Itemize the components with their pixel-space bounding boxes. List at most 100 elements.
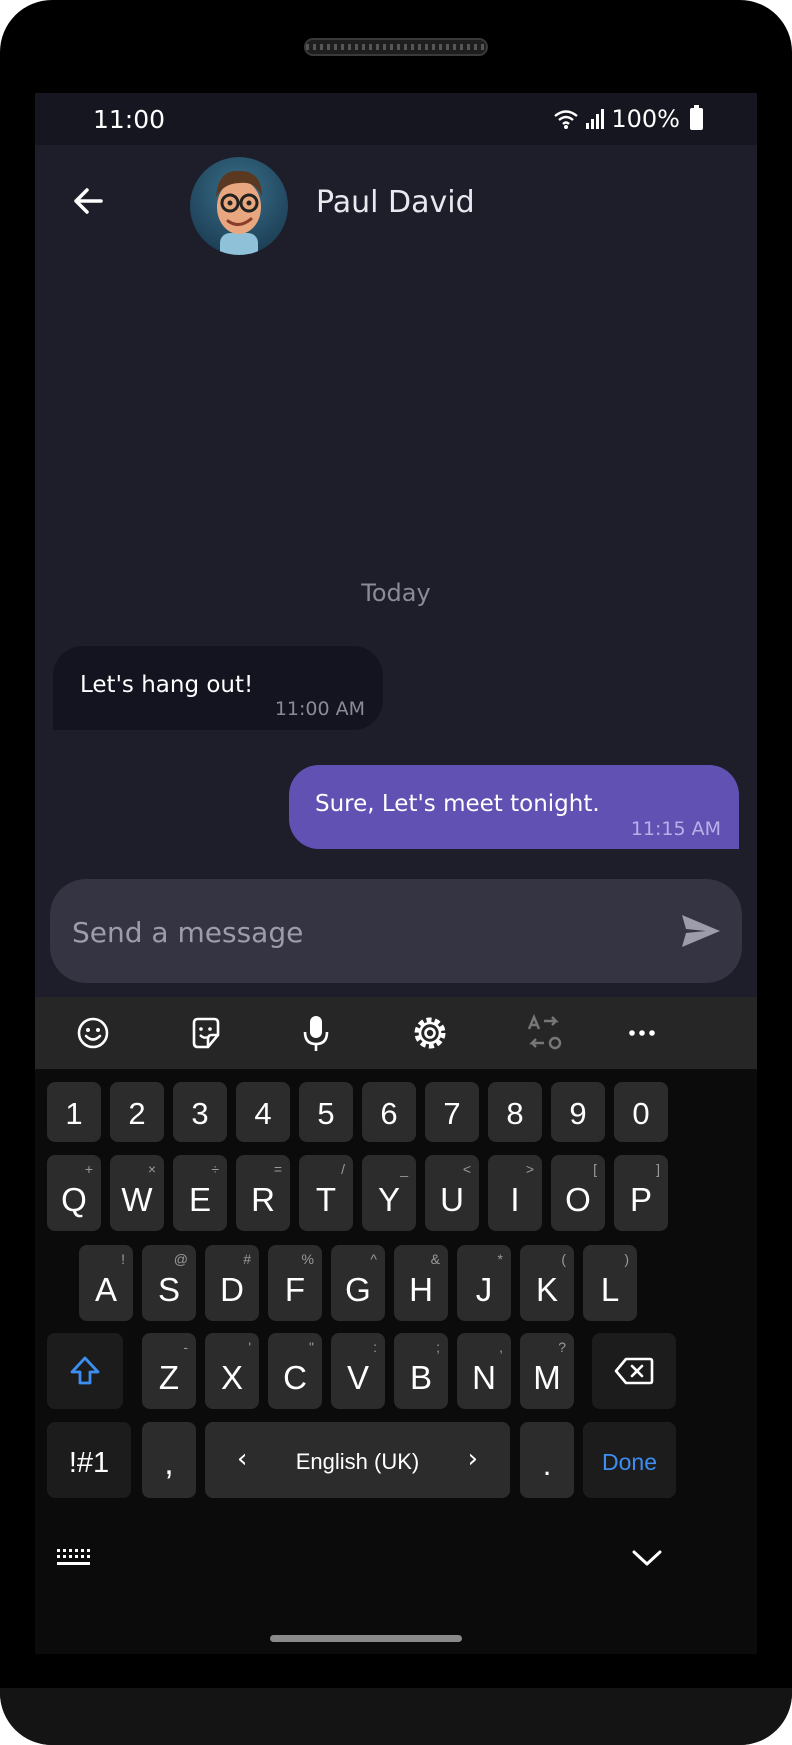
key-label: A: [94, 1271, 117, 1308]
key-q[interactable]: + Q: [47, 1155, 101, 1231]
key-s[interactable]: @ S: [142, 1245, 196, 1321]
key-hint: >: [525, 1161, 534, 1177]
key-l[interactable]: ) L: [583, 1245, 637, 1321]
key-p[interactable]: ] P: [614, 1155, 668, 1231]
contact-name[interactable]: Paul David: [316, 185, 475, 220]
key-z[interactable]: -Z: [142, 1333, 196, 1409]
key-7[interactable]: 7: [425, 1082, 479, 1142]
key-label: J: [475, 1271, 493, 1308]
day-separator: Today: [361, 579, 431, 607]
backspace-key[interactable]: [592, 1333, 676, 1409]
key-hint: ,: [499, 1339, 503, 1355]
incoming-message[interactable]: Let's hang out! 11:00 AM: [53, 646, 383, 730]
key-j[interactable]: * J: [457, 1245, 511, 1321]
key-label: 4: [254, 1096, 272, 1131]
key-u[interactable]: < U: [425, 1155, 479, 1231]
key-label: 1: [65, 1096, 83, 1131]
keyboard-layout-icon[interactable]: [55, 1545, 95, 1571]
key-5[interactable]: 5: [299, 1082, 353, 1142]
key-k[interactable]: (K: [520, 1245, 574, 1321]
key-6[interactable]: 6: [362, 1082, 416, 1142]
phone-bottom-bezel: [0, 1688, 792, 1745]
key-hint: ": [309, 1339, 314, 1355]
key-n[interactable]: ,N: [457, 1333, 511, 1409]
key-2[interactable]: 2: [110, 1082, 164, 1142]
key-label: 7: [443, 1096, 461, 1131]
phone-frame: 11:00 100% Paul David Today Let's hang o…: [0, 0, 792, 1745]
key-0[interactable]: 0: [614, 1082, 668, 1142]
done-key[interactable]: Done: [583, 1422, 676, 1498]
comma-key[interactable]: ,: [142, 1422, 196, 1498]
on-screen-keyboard: 1 2 3 4 5 6 7 8 9 0 + Q × W ÷ E = R / T _ Y < U…: [35, 1069, 757, 1654]
key-3[interactable]: 3: [173, 1082, 227, 1142]
sticker-icon[interactable]: [186, 1013, 226, 1053]
key-hint: +: [84, 1161, 93, 1177]
chat-header: Paul David: [35, 145, 757, 265]
key-label: Q: [61, 1181, 87, 1218]
message-composer: [50, 879, 742, 983]
key-f[interactable]: % F: [268, 1245, 322, 1321]
key-label: Y: [377, 1181, 400, 1218]
key-hint: ÷: [211, 1161, 219, 1177]
key-9[interactable]: 9: [551, 1082, 605, 1142]
emoji-icon[interactable]: [73, 1013, 113, 1053]
key-label: H: [409, 1271, 433, 1308]
key-hint: ^: [370, 1251, 377, 1267]
key-w[interactable]: × W: [110, 1155, 164, 1231]
key-label: 5: [317, 1096, 335, 1131]
key-4[interactable]: 4: [236, 1082, 290, 1142]
space-bar[interactable]: ‹ English (UK) ›: [205, 1422, 510, 1498]
key-e[interactable]: ÷ E: [173, 1155, 227, 1231]
translate-icon[interactable]: [524, 1013, 564, 1053]
key-label: G: [345, 1271, 371, 1308]
key-v[interactable]: :V: [331, 1333, 385, 1409]
period-key[interactable]: .: [520, 1422, 574, 1498]
back-arrow-icon[interactable]: [69, 181, 109, 221]
key-o[interactable]: [O: [551, 1155, 605, 1231]
key-m[interactable]: ? M: [520, 1333, 574, 1409]
battery-percentage: 100%: [611, 105, 680, 133]
key-g[interactable]: ^ G: [331, 1245, 385, 1321]
hide-keyboard-chevron-icon[interactable]: [631, 1547, 663, 1569]
symbols-key[interactable]: !#1: [47, 1422, 131, 1498]
message-input[interactable]: [70, 905, 634, 959]
key-hint: _: [400, 1161, 408, 1177]
microphone-icon[interactable]: [296, 1013, 336, 1053]
key-8[interactable]: 8: [488, 1082, 542, 1142]
gesture-nav-bar[interactable]: [270, 1635, 462, 1642]
key-hint: ): [624, 1251, 629, 1267]
key-hint: ;: [436, 1339, 440, 1355]
avatar[interactable]: [190, 157, 288, 255]
key-i[interactable]: > I: [488, 1155, 542, 1231]
key-label: 8: [506, 1096, 524, 1131]
key-t[interactable]: / T: [299, 1155, 353, 1231]
key-1[interactable]: 1: [47, 1082, 101, 1142]
key-hint: ]: [656, 1161, 660, 1177]
key-hint: #: [243, 1251, 251, 1267]
key-hint: :: [373, 1339, 377, 1355]
key-label: L: [600, 1271, 620, 1308]
key-label: 2: [128, 1096, 146, 1131]
settings-icon[interactable]: [410, 1013, 450, 1053]
key-y[interactable]: _ Y: [362, 1155, 416, 1231]
signal-icon: [586, 109, 605, 129]
key-d[interactable]: # D: [205, 1245, 259, 1321]
more-icon[interactable]: [622, 1013, 662, 1053]
key-hint: %: [301, 1251, 314, 1267]
key-hint: [: [593, 1161, 597, 1177]
battery-icon: [690, 105, 703, 130]
key-x[interactable]: ' X: [205, 1333, 259, 1409]
key-c[interactable]: " C: [268, 1333, 322, 1409]
key-label: E: [188, 1181, 211, 1218]
send-icon[interactable]: [680, 911, 722, 951]
key-r[interactable]: = R: [236, 1155, 290, 1231]
key-b[interactable]: ; B: [394, 1333, 448, 1409]
outgoing-message[interactable]: Sure, Let's meet tonight. 11:15 AM: [289, 765, 739, 849]
status-time: 11:00: [93, 105, 166, 134]
key-a[interactable]: ! A: [79, 1245, 133, 1321]
key-label: B: [409, 1359, 432, 1396]
key-h[interactable]: & H: [394, 1245, 448, 1321]
shift-key[interactable]: [47, 1333, 123, 1409]
key-label: 6: [380, 1096, 398, 1131]
key-label: S: [157, 1271, 180, 1308]
